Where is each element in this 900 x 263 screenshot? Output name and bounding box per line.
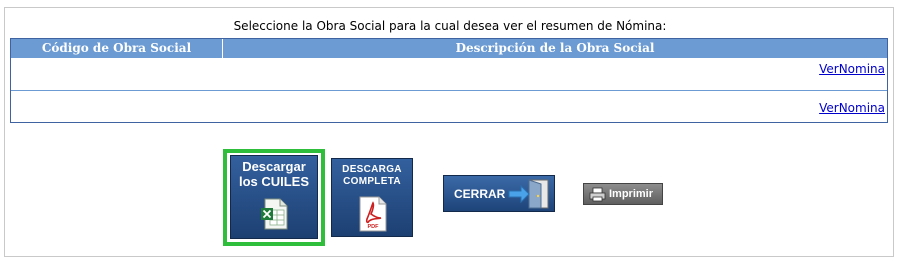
column-header-description: Descripción de la Obra Social: [455, 41, 655, 55]
printer-icon: [589, 187, 606, 202]
obra-social-table: Código de Obra Social Descripción de la …: [10, 38, 888, 123]
close-button-label: CERRAR: [454, 187, 506, 201]
table-row: VerNomina: [11, 91, 887, 123]
ver-nomina-link[interactable]: VerNomina: [819, 62, 885, 76]
print-button[interactable]: Imprimir: [583, 183, 663, 205]
download-cuiles-label-line2: los CUILES: [238, 174, 310, 189]
pdf-icon-text: PDF: [368, 224, 380, 230]
download-cuiles-label-line1: Descargar: [242, 159, 306, 174]
pdf-icon: PDF: [359, 196, 387, 232]
close-button[interactable]: CERRAR: [443, 175, 555, 212]
table-row: VerNomina: [11, 58, 887, 91]
excel-icon: [261, 198, 288, 230]
download-pdf-label-line2: COMPLETA: [343, 176, 401, 187]
download-cuiles-button[interactable]: Descargar los CUILES: [230, 155, 318, 239]
instruction-text: Seleccione la Obra Social para la cual d…: [233, 19, 667, 33]
exit-door-icon: [508, 179, 549, 209]
print-button-label: Imprimir: [609, 188, 654, 200]
column-header-code: Código de Obra Social: [11, 39, 223, 58]
download-complete-pdf-button[interactable]: DESCARGA COMPLETA PDF: [331, 158, 413, 237]
ver-nomina-link[interactable]: VerNomina: [819, 101, 885, 115]
download-pdf-label-line1: DESCARGA: [342, 164, 402, 175]
table-header: Código de Obra Social Descripción de la …: [11, 39, 887, 58]
